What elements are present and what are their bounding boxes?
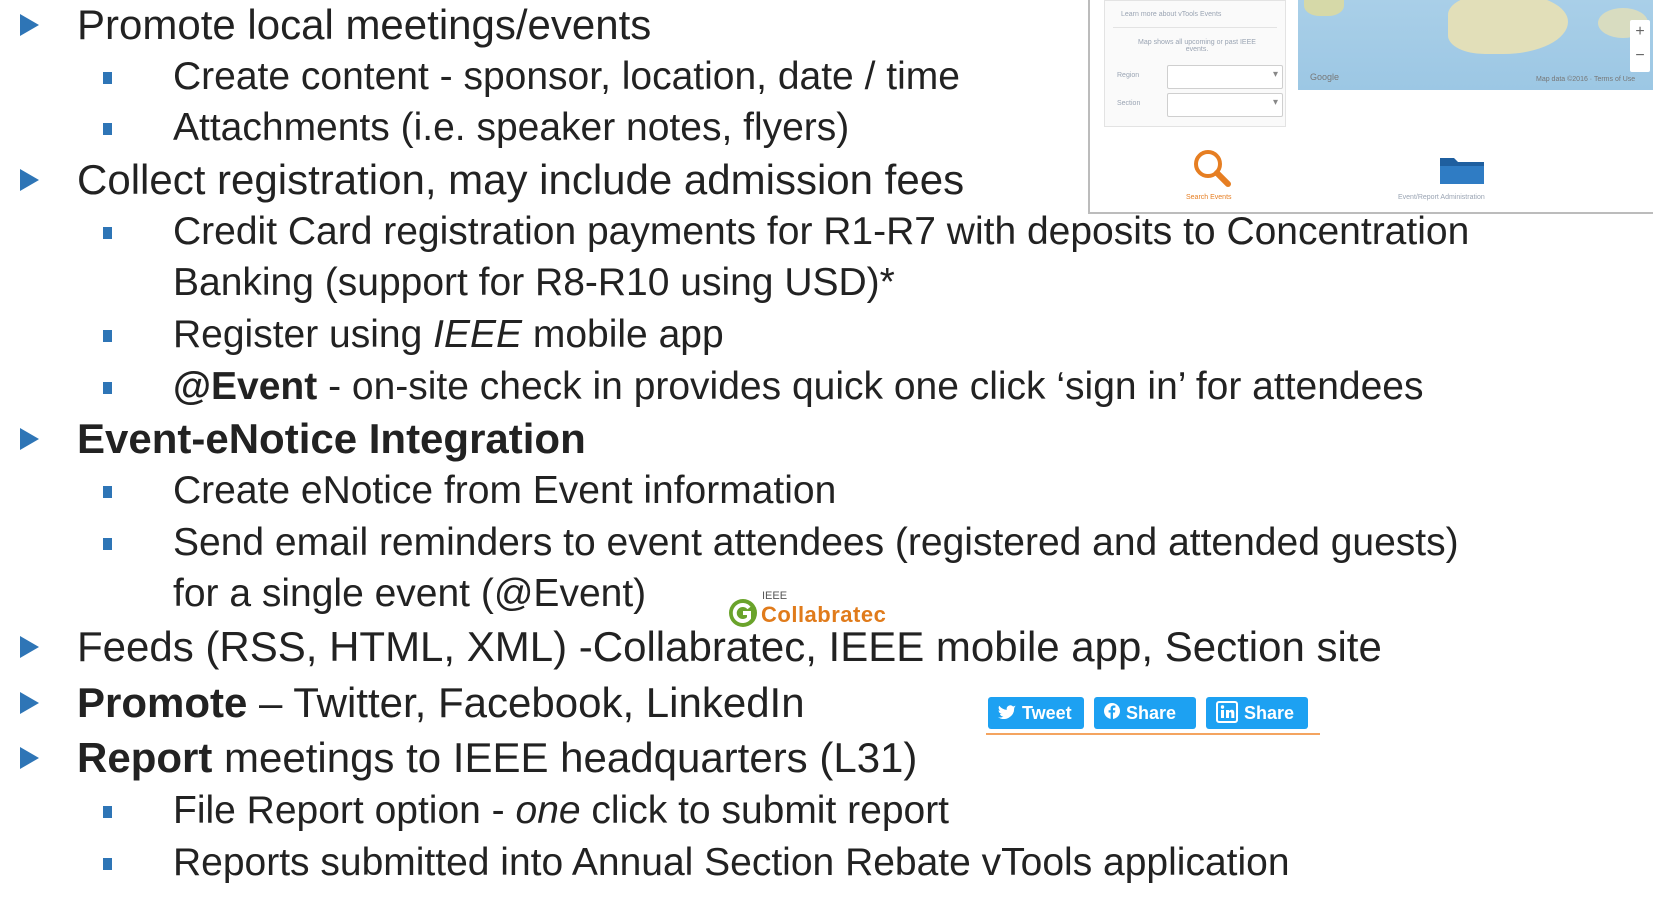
triangle-bullet-icon bbox=[20, 169, 39, 191]
event-search-screenshot: Learn more about vTools Events Map shows… bbox=[1088, 0, 1653, 214]
magnifier-icon bbox=[1194, 150, 1231, 187]
linkedin-icon bbox=[1216, 697, 1238, 729]
triangle-bullet-icon bbox=[20, 636, 39, 658]
learn-more-link[interactable]: Learn more about vTools Events bbox=[1121, 11, 1221, 18]
square-bullet-icon bbox=[103, 72, 112, 84]
admin-label[interactable]: Event/Report Administration bbox=[1398, 194, 1485, 201]
search-events-button[interactable] bbox=[1190, 148, 1234, 194]
triangle-bullet-icon bbox=[20, 14, 39, 36]
square-bullet-icon bbox=[103, 538, 112, 550]
facebook-icon bbox=[1104, 697, 1120, 729]
triangle-bullet-icon bbox=[20, 747, 39, 769]
google-label: Google bbox=[1310, 72, 1340, 82]
square-bullet-icon bbox=[103, 806, 112, 818]
section-label: Section bbox=[1117, 100, 1141, 107]
region-label: Region bbox=[1117, 72, 1140, 79]
square-bullet-icon bbox=[103, 330, 112, 342]
section-select[interactable] bbox=[1167, 93, 1283, 117]
square-bullet-icon bbox=[103, 227, 112, 239]
collabratec-ieee-label: IEEE bbox=[762, 590, 788, 602]
map-zoom-control[interactable]: + − bbox=[1630, 20, 1650, 72]
search-events-label[interactable]: Search Events bbox=[1186, 194, 1232, 201]
square-bullet-icon bbox=[103, 858, 112, 870]
square-bullet-icon bbox=[103, 382, 112, 394]
search-filter-panel: Learn more about vTools Events Map shows… bbox=[1104, 0, 1286, 127]
triangle-bullet-icon bbox=[20, 692, 39, 714]
tweet-button[interactable]: Tweet bbox=[988, 697, 1084, 729]
events-map[interactable]: + − Google Map data ©2016 · Terms of Use bbox=[1298, 0, 1653, 90]
map-note: Map shows all upcoming or past IEEE even… bbox=[1138, 39, 1256, 53]
facebook-share-button[interactable]: Share bbox=[1094, 697, 1196, 729]
social-share-buttons: Tweet Share Share bbox=[986, 697, 1322, 735]
square-bullet-icon bbox=[103, 486, 112, 498]
map-footer: Map data ©2016 · Terms of Use bbox=[1536, 76, 1636, 83]
linkedin-share-button[interactable]: Share bbox=[1206, 697, 1308, 729]
square-bullet-icon bbox=[103, 123, 112, 135]
twitter-bird-icon bbox=[998, 697, 1016, 729]
triangle-bullet-icon bbox=[20, 428, 39, 450]
region-select[interactable] bbox=[1167, 65, 1283, 89]
folder-icon bbox=[1440, 158, 1484, 184]
admin-button[interactable] bbox=[1438, 152, 1486, 191]
